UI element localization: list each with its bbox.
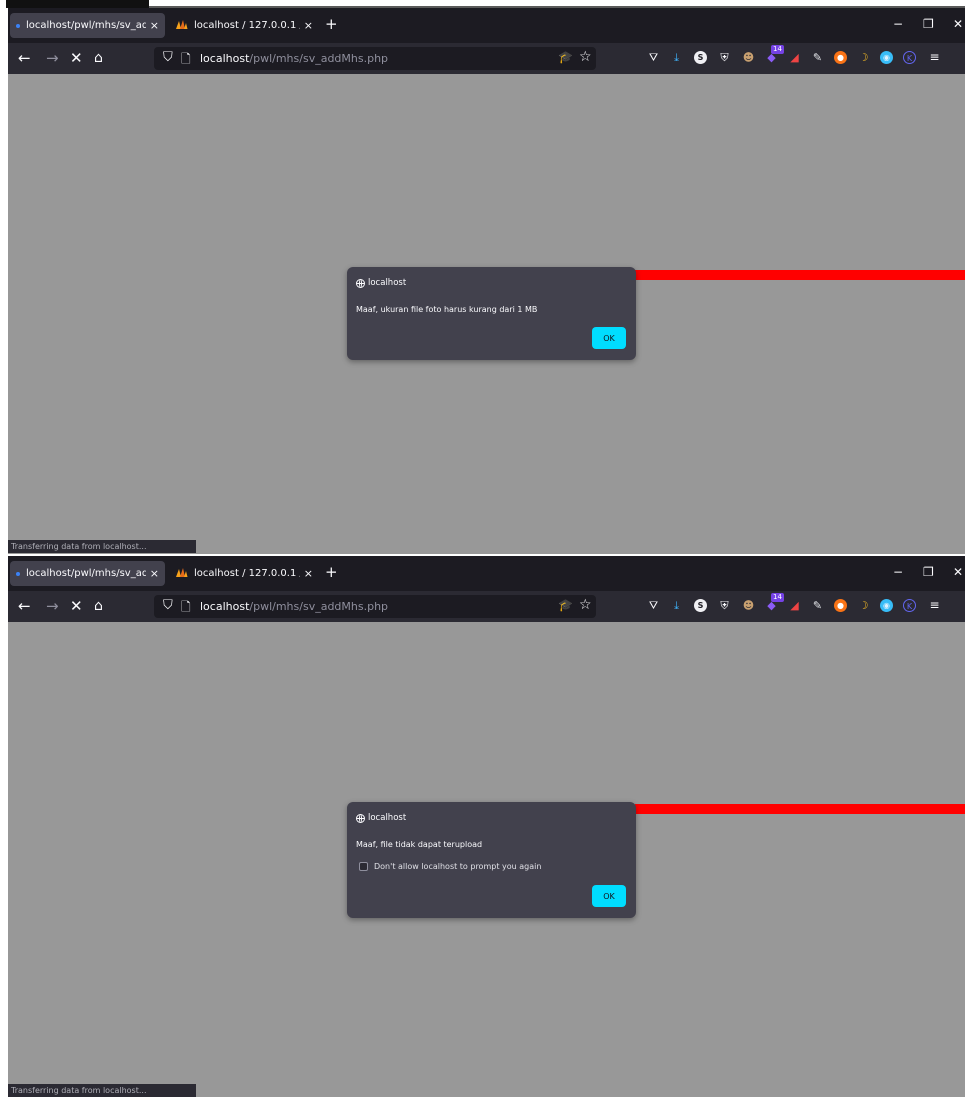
alert-dialog: localhost Maaf, file tidak dapat teruplo… [347,802,636,918]
browser-window-1: localhost/pwl/mhs/sv_addMhs × localhost … [8,8,965,554]
dialog-message: Maaf, file tidak dapat terupload [356,840,483,849]
checkbox-box[interactable] [359,862,368,871]
loading-dot-icon [16,571,20,576]
nav-bar: ← → ✕ ⌂ ⛉ 🗋 localhost/pwl/mhs/sv_addMhs.… [8,591,965,622]
extension-cube-icon[interactable]: ◆ 14 [765,593,784,612]
dialog-message: Maaf, ukuran file foto harus kurang dari… [356,305,538,314]
alert-dialog: localhost Maaf, ukuran file foto harus k… [347,267,636,360]
tracking-shield-icon[interactable]: ⛉ [163,50,173,65]
extension-hat-icon[interactable]: 🎓 [558,50,573,64]
extension-pen-icon[interactable]: ✎ [811,599,824,612]
url-text[interactable]: localhost/pwl/mhs/sv_addMhs.php [200,600,388,613]
tab-title: localhost / 127.0.0.1 / pwl2021- [194,20,300,31]
globe-icon [356,813,365,823]
nav-bar: ← → ✕ ⌂ ⛉ 🗋 localhost/pwl/mhs/sv_addMhs.… [8,43,965,74]
home-icon[interactable]: ⌂ [94,597,103,615]
new-tab-button[interactable]: + [325,15,338,33]
browser-window-2: localhost/pwl/mhs/sv_addMhs × localhost … [8,556,965,1097]
tab-bar: localhost/pwl/mhs/sv_addMhs × localhost … [8,8,965,43]
minimize-icon[interactable]: − [893,565,903,579]
extension-k-icon[interactable]: K [903,51,916,64]
phpmyadmin-icon [175,19,188,33]
ok-button[interactable]: OK [592,327,626,349]
extension-moon-icon[interactable]: ☽ [857,599,870,612]
tab-close-icon[interactable]: × [304,567,313,580]
tab-phpmyadmin[interactable]: localhost / 127.0.0.1 / pwl2021- × [169,13,319,38]
bookmark-star-icon[interactable]: ☆ [579,597,592,613]
forward-arrow-icon[interactable]: → [46,597,59,615]
stop-icon[interactable]: ✕ [70,49,83,67]
extension-k-icon[interactable]: K [903,599,916,612]
hamburger-menu-icon[interactable]: ≡ [928,51,941,64]
tab-sv-addmhs[interactable]: localhost/pwl/mhs/sv_addMhs × [10,13,165,38]
minimize-icon[interactable]: − [893,17,903,31]
phpmyadmin-icon [175,567,188,581]
tab-close-icon[interactable]: × [150,19,159,32]
tab-phpmyadmin[interactable]: localhost / 127.0.0.1 / pwl2021- × [169,561,319,586]
url-text[interactable]: localhost/pwl/mhs/sv_addMhs.php [200,52,388,65]
extension-s-icon[interactable]: S [694,599,707,612]
taskbar-fragment [6,0,149,8]
extension-cube-icon[interactable]: ◆ 14 [765,45,784,64]
extension-circle-icon[interactable]: ◉ [880,599,893,612]
restore-icon[interactable]: ❐ [923,565,934,579]
download-icon[interactable]: ⤓ [670,51,683,64]
extension-moon-icon[interactable]: ☽ [857,51,870,64]
dialog-origin: localhost [356,813,406,823]
red-progress-bar [635,804,965,814]
window-close-icon[interactable]: ✕ [953,17,963,31]
extension-circle-icon[interactable]: ◉ [880,51,893,64]
extension-face-icon[interactable]: ☻ [742,599,755,612]
extension-eraser-icon[interactable]: ◢ [788,51,801,64]
page-icon: 🗋 [181,52,191,66]
download-icon[interactable]: ⤓ [670,599,683,612]
pocket-icon[interactable]: ⛛ [647,51,660,64]
back-arrow-icon[interactable]: ← [18,49,31,67]
extension-shield-icon[interactable]: ⛨ [718,51,731,64]
extension-shield-icon[interactable]: ⛨ [718,599,731,612]
home-icon[interactable]: ⌂ [94,49,103,67]
loading-dot-icon [16,23,20,28]
pocket-icon[interactable]: ⛛ [647,599,660,612]
url-bar[interactable]: ⛉ 🗋 localhost/pwl/mhs/sv_addMhs.php 🎓 ☆ [154,595,596,618]
top-strip [0,0,965,8]
tab-close-icon[interactable]: × [304,19,313,32]
tab-bar: localhost/pwl/mhs/sv_addMhs × localhost … [8,556,965,591]
tab-sv-addmhs[interactable]: localhost/pwl/mhs/sv_addMhs × [10,561,165,586]
hamburger-menu-icon[interactable]: ≡ [928,599,941,612]
status-bar: Transferring data from localhost... [8,1084,196,1097]
tab-title: localhost/pwl/mhs/sv_addMhs [26,568,146,579]
page-icon: 🗋 [181,600,191,614]
extension-hat-icon[interactable]: 🎓 [558,598,573,612]
window-close-icon[interactable]: ✕ [953,565,963,579]
extension-pen-icon[interactable]: ✎ [811,51,824,64]
stop-icon[interactable]: ✕ [70,597,83,615]
extension-duck-icon[interactable]: ● [834,599,847,612]
checkbox-label: Don't allow localhost to prompt you agai… [374,862,542,871]
red-progress-bar [635,270,965,280]
restore-icon[interactable]: ❐ [923,17,934,31]
tracking-shield-icon[interactable]: ⛉ [163,598,173,613]
tab-close-icon[interactable]: × [150,567,159,580]
ok-button[interactable]: OK [592,885,626,907]
extension-face-icon[interactable]: ☻ [742,51,755,64]
new-tab-button[interactable]: + [325,563,338,581]
tab-title: localhost / 127.0.0.1 / pwl2021- [194,568,300,579]
back-arrow-icon[interactable]: ← [18,597,31,615]
tab-title: localhost/pwl/mhs/sv_addMhs [26,20,146,31]
extension-eraser-icon[interactable]: ◢ [788,599,801,612]
extension-s-icon[interactable]: S [694,51,707,64]
bookmark-star-icon[interactable]: ☆ [579,49,592,65]
globe-icon [356,278,365,288]
extension-duck-icon[interactable]: ● [834,51,847,64]
url-bar[interactable]: ⛉ 🗋 localhost/pwl/mhs/sv_addMhs.php 🎓 ☆ [154,47,596,70]
forward-arrow-icon[interactable]: → [46,49,59,67]
status-bar: Transferring data from localhost... [8,540,196,553]
dont-allow-prompt-checkbox[interactable]: Don't allow localhost to prompt you agai… [359,862,541,871]
dialog-origin: localhost [356,278,406,288]
